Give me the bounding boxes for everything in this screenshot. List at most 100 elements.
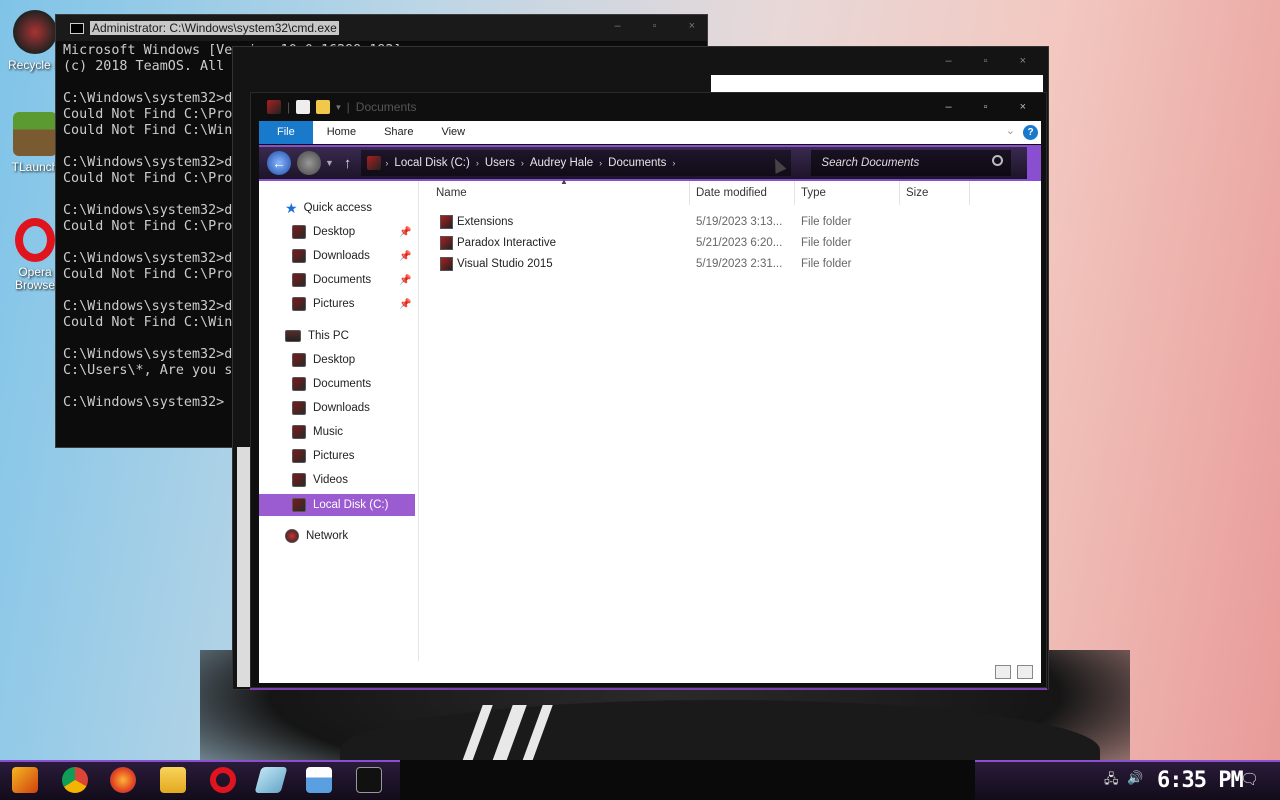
minimize-button[interactable]: –	[946, 101, 952, 113]
close-button[interactable]: ×	[1020, 101, 1026, 113]
minimize-button[interactable]: –	[946, 55, 952, 67]
breadcrumb-user[interactable]: Audrey Hale	[530, 157, 593, 169]
tab-file[interactable]: File	[259, 121, 313, 144]
documents-folder-icon	[292, 273, 306, 287]
tab-share[interactable]: Share	[370, 121, 427, 144]
column-header-name[interactable]: Name	[430, 181, 690, 205]
sidebar-item-pc-desktop[interactable]: Desktop	[292, 349, 355, 371]
sidebar-item-this-pc[interactable]: This PC	[285, 325, 349, 347]
ribbon: File Home Share View ⌄ ?	[259, 121, 1041, 144]
sidebar-item-pictures[interactable]: Pictures 📌	[292, 293, 417, 315]
volume-icon[interactable]: 🔊	[1127, 770, 1143, 786]
sidebar-item-pc-downloads[interactable]: Downloads	[292, 397, 370, 419]
chevron-right-icon[interactable]: ›	[599, 158, 602, 168]
chevron-down-icon[interactable]: ▾	[336, 102, 341, 113]
cmd-icon	[70, 22, 84, 34]
cmd-titlebar[interactable]: Administrator: C:\Windows\system32\cmd.e…	[56, 15, 707, 41]
maximize-button[interactable]: ▫	[984, 55, 988, 67]
start-icon[interactable]	[12, 767, 38, 793]
sidebar-item-label: Downloads	[313, 250, 370, 262]
chevron-down-icon[interactable]: ⌄	[1006, 124, 1015, 137]
file-list[interactable]: ▲ Name Date modified Type Size Extension…	[420, 177, 1041, 661]
clock[interactable]: 6:35 PM	[1157, 768, 1244, 793]
breadcrumb-documents[interactable]: Documents	[608, 157, 666, 169]
breadcrumb-users[interactable]: Users	[485, 157, 515, 169]
address-bar[interactable]: › Local Disk (C:) › Users › Audrey Hale …	[361, 150, 792, 176]
sidebar-item-documents[interactable]: Documents 📌	[292, 269, 417, 291]
music-folder-icon	[292, 425, 306, 439]
chevron-right-icon[interactable]: ›	[476, 158, 479, 168]
chevron-right-icon[interactable]: ›	[672, 158, 675, 168]
file-explorer-icon[interactable]	[160, 767, 186, 793]
tab-home[interactable]: Home	[313, 121, 370, 144]
opera-icon	[15, 218, 55, 262]
column-header-type[interactable]: Type	[795, 181, 900, 205]
taskbar-accent	[0, 760, 400, 800]
pin-icon[interactable]: 📌	[399, 227, 411, 238]
folder-app-icon	[267, 100, 281, 114]
file-explorer-window[interactable]: | ▾ | Documents – ▫ × File Home Share Vi…	[250, 92, 1047, 688]
cmd-icon[interactable]	[356, 767, 382, 793]
table-row[interactable]: Extensions 5/19/2023 3:13... File folder	[420, 212, 1041, 233]
table-row[interactable]: Paradox Interactive 5/21/2023 6:20... Fi…	[420, 233, 1041, 254]
column-header-date[interactable]: Date modified	[690, 181, 795, 205]
notepad-icon[interactable]	[306, 767, 332, 793]
documents-folder-icon	[292, 377, 306, 391]
sidebar-item-quick-access[interactable]: ★ Quick access	[285, 197, 372, 219]
search-icon[interactable]	[992, 155, 1004, 166]
help-icon[interactable]: ?	[1023, 125, 1038, 140]
forward-button[interactable]	[297, 151, 321, 175]
explorer-title: Documents	[355, 100, 417, 114]
sidebar-item-pc-pictures[interactable]: Pictures	[292, 445, 355, 467]
chrome-icon[interactable]	[62, 767, 88, 793]
recent-locations-dropdown[interactable]: ▼	[325, 158, 334, 168]
back-button[interactable]: ←	[267, 151, 291, 175]
sidebar-item-local-disk[interactable]: Local Disk (C:)	[259, 494, 415, 516]
sidebar-item-pc-documents[interactable]: Documents	[292, 373, 371, 395]
table-row[interactable]: Visual Studio 2015 5/19/2023 2:31... Fil…	[420, 254, 1041, 275]
file-date: 5/21/2023 6:20...	[696, 237, 783, 249]
pin-icon[interactable]: 📌	[399, 275, 411, 286]
drive-icon	[367, 156, 382, 170]
sidebar-item-network[interactable]: Network	[285, 525, 348, 547]
column-header-size[interactable]: Size	[900, 181, 970, 205]
pin-icon[interactable]: 📌	[399, 251, 411, 262]
firefox-icon[interactable]	[110, 767, 136, 793]
sidebar-item-label: Documents	[313, 378, 372, 390]
chevron-right-icon[interactable]: ›	[385, 158, 388, 168]
large-icons-view-icon[interactable]	[1017, 665, 1033, 679]
recycle-bin-icon	[13, 10, 57, 54]
sidebar-item-label: Desktop	[313, 354, 356, 366]
drive-icon	[292, 498, 306, 512]
search-input[interactable]: Search Documents	[811, 150, 1012, 176]
explorer-titlebar[interactable]: | ▾ | Documents – ▫ ×	[251, 93, 1046, 121]
notification-icon[interactable]: 🗨	[1240, 770, 1259, 788]
tab-view[interactable]: View	[427, 121, 479, 144]
pin-icon[interactable]: 📌	[399, 299, 411, 310]
details-view-icon[interactable]	[995, 665, 1011, 679]
sidebar-item-label: Network	[306, 530, 349, 542]
sidebar-item-desktop[interactable]: Desktop 📌	[292, 221, 417, 243]
desktop-folder-icon	[292, 353, 306, 367]
new-folder-icon[interactable]	[316, 100, 331, 114]
sidebar-item-downloads[interactable]: Downloads 📌	[292, 245, 417, 267]
opera-icon[interactable]	[210, 767, 236, 793]
network-tray-icon[interactable]: 🖧	[1104, 770, 1119, 792]
up-button[interactable]: ↑	[344, 155, 352, 172]
downloads-folder-icon	[292, 401, 306, 415]
folder-icon	[440, 215, 453, 229]
chevron-right-icon[interactable]: ›	[521, 158, 524, 168]
sidebar-item-pc-videos[interactable]: Videos	[292, 469, 348, 491]
minimize-button[interactable]: –	[615, 20, 621, 32]
file-type: File folder	[801, 258, 852, 270]
close-button[interactable]: ×	[1020, 55, 1026, 67]
sidebar-item-label: Pictures	[313, 298, 355, 310]
sidebar-item-pc-music[interactable]: Music	[292, 421, 343, 443]
maximize-button[interactable]: ▫	[653, 20, 657, 32]
close-button[interactable]: ×	[689, 20, 695, 32]
sidebar-item-label: Downloads	[313, 402, 370, 414]
breadcrumb-local-disk[interactable]: Local Disk (C:)	[394, 157, 469, 169]
navigation-pane[interactable]: ★ Quick access Desktop 📌 Downloads 📌 Doc…	[259, 181, 419, 661]
properties-icon[interactable]	[296, 100, 311, 114]
maximize-button[interactable]: ▫	[984, 101, 988, 113]
